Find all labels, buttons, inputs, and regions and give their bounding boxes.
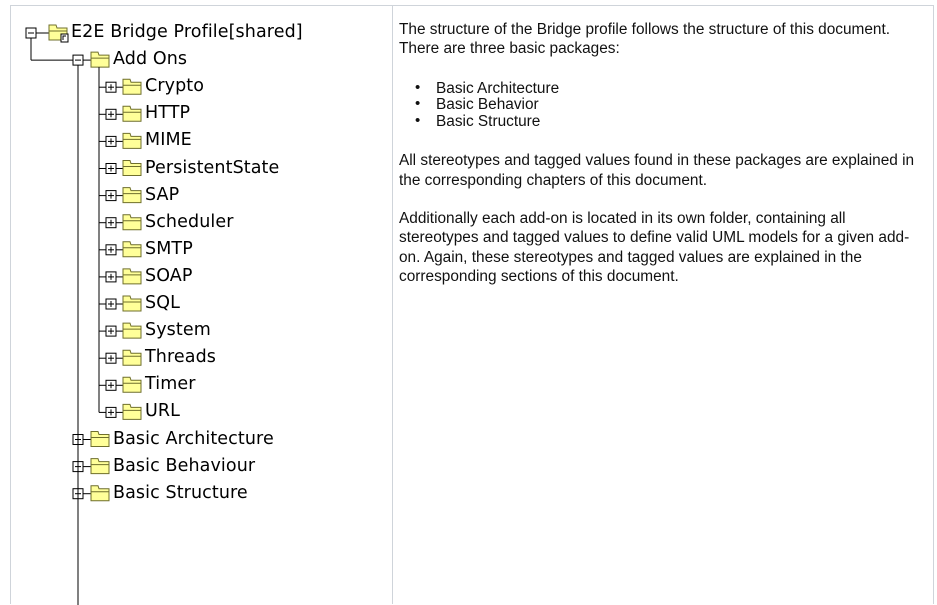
expand-toggle-icon[interactable] <box>105 108 117 120</box>
collapse-toggle-icon[interactable] <box>25 27 37 39</box>
package-tree-panel: E2E Bridge Profile[shared] Add Ons Crypto H… <box>11 6 392 605</box>
tree-node-persistentstate[interactable]: PersistentState <box>145 158 279 178</box>
column-divider <box>392 6 393 604</box>
folder-icon <box>122 295 142 312</box>
list-item: • Basic Structure <box>415 111 541 130</box>
tree-node-add-ons[interactable]: Add Ons <box>113 49 187 69</box>
folder-icon <box>122 214 142 231</box>
folder-icon <box>122 241 142 258</box>
folder-icon <box>122 132 142 149</box>
tree-node-url[interactable]: URL <box>145 401 180 421</box>
expand-toggle-icon[interactable] <box>105 325 117 337</box>
folder-icon <box>122 349 142 366</box>
folder-icon <box>90 431 110 447</box>
expand-toggle-icon[interactable] <box>105 271 117 283</box>
tree-node-threads[interactable]: Threads <box>145 347 216 367</box>
expand-toggle-icon[interactable] <box>105 190 117 202</box>
description-panel: The structure of the Bridge profile foll… <box>399 20 924 305</box>
tree-node-basic-architecture[interactable]: Basic Architecture <box>113 429 274 449</box>
tree-node-system[interactable]: System <box>145 320 211 340</box>
tree-node-sql[interactable]: SQL <box>145 293 180 313</box>
tree-node-mime[interactable]: MIME <box>145 130 192 150</box>
tree-node-scheduler[interactable]: Scheduler <box>145 212 234 232</box>
folder-icon <box>90 485 110 502</box>
expand-toggle-icon[interactable] <box>105 352 117 364</box>
tree-node-crypto[interactable]: Crypto <box>145 76 204 96</box>
folder-icon <box>90 51 110 68</box>
folder-icon <box>122 105 142 122</box>
expand-toggle-icon[interactable] <box>105 217 117 229</box>
tree-node-basic-behaviour[interactable]: Basic Behaviour <box>113 456 255 476</box>
intro-paragraph: The structure of the Bridge profile foll… <box>399 21 891 58</box>
content-table: E2E Bridge Profile[shared] Add Ons Crypto H… <box>10 5 934 605</box>
expand-toggle-icon[interactable] <box>105 81 117 93</box>
tree-node-sap[interactable]: SAP <box>145 185 179 205</box>
collapse-toggle-icon[interactable] <box>72 54 84 66</box>
tree-node-http[interactable]: HTTP <box>145 103 190 123</box>
tree-node-soap[interactable]: SOAP <box>145 266 193 286</box>
expand-toggle-icon[interactable] <box>105 406 117 418</box>
bullet-icon: • <box>415 95 421 113</box>
folder-icon <box>122 187 142 204</box>
package-list: • Basic Architecture • Basic Behavior • Bas… <box>399 78 924 131</box>
folder-icon <box>122 268 142 285</box>
list-item: • Basic Architecture <box>415 78 560 97</box>
expand-toggle-icon[interactable] <box>105 135 117 147</box>
bullet-icon: • <box>415 111 421 129</box>
add-ons-paragraph: Additionally each add-on is located in i… <box>399 209 910 285</box>
tree-node-timer[interactable]: Timer <box>145 374 196 394</box>
folder-icon <box>122 322 142 339</box>
list-item: • Basic Behavior <box>415 95 539 114</box>
shared-package-icon <box>48 24 69 43</box>
bullet-icon: • <box>415 78 421 96</box>
expand-toggle-icon[interactable] <box>105 244 117 256</box>
tree-node-basic-structure[interactable]: Basic Structure <box>113 483 248 503</box>
tree-node-root[interactable]: E2E Bridge Profile[shared] <box>71 22 303 42</box>
folder-icon <box>90 458 110 475</box>
expand-toggle-icon[interactable] <box>105 379 117 391</box>
expand-toggle-icon[interactable] <box>105 163 117 174</box>
tree-node-smtp[interactable]: SMTP <box>145 239 193 259</box>
stereotypes-paragraph: All stereotypes and tagged values found … <box>399 152 915 189</box>
expand-toggle-icon[interactable] <box>105 298 117 310</box>
folder-icon <box>122 78 142 95</box>
folder-icon <box>122 160 142 176</box>
folder-icon <box>122 376 142 393</box>
folder-icon <box>122 403 142 420</box>
